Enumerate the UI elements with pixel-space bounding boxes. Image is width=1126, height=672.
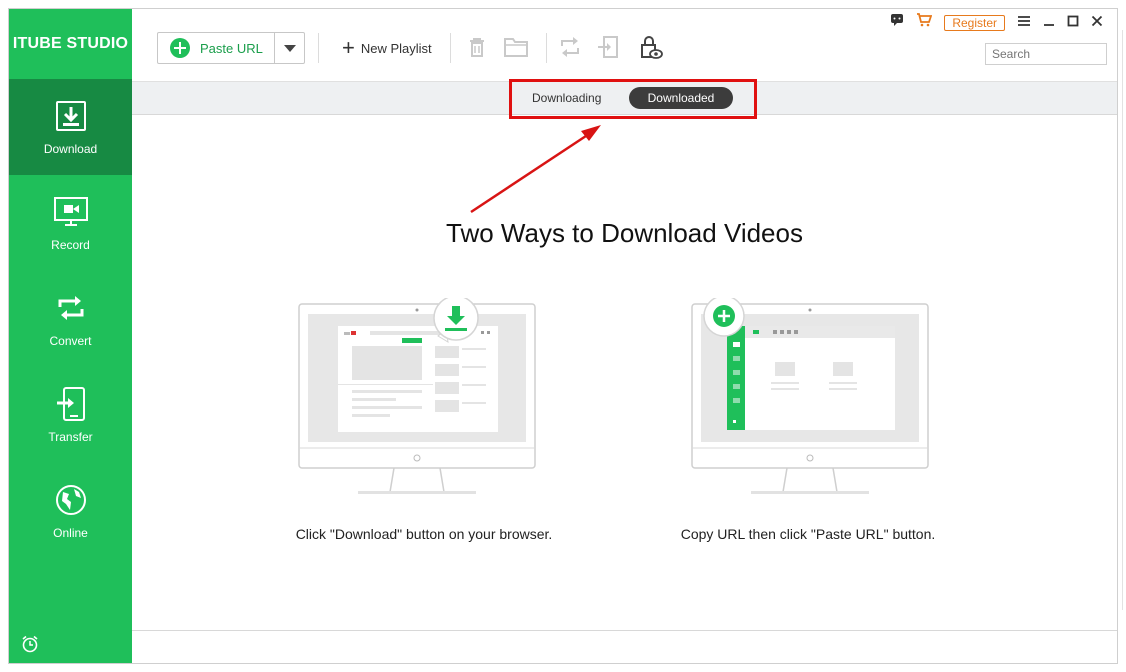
sidebar-item-label: Transfer: [48, 430, 93, 444]
sidebar-item-download[interactable]: Download: [9, 79, 132, 175]
folder-icon[interactable]: [503, 35, 528, 59]
footer-divider: [132, 630, 1117, 631]
paste-url-button[interactable]: Paste URL: [158, 33, 274, 63]
online-icon: [53, 482, 89, 518]
window-controls: Register: [890, 13, 1103, 32]
chevron-down-icon: [283, 44, 296, 52]
record-icon: [53, 194, 89, 230]
new-playlist-button[interactable]: + New Playlist: [342, 37, 432, 59]
private-mode-icon[interactable]: [638, 35, 663, 59]
sidebar-item-label: Convert: [49, 334, 92, 348]
sidebar-item-transfer[interactable]: Transfer: [9, 367, 132, 463]
toolbar-divider: [546, 33, 547, 63]
sidebar: ITUBE STUDIO Download Record Convert Tra…: [9, 9, 132, 663]
paste-url-label: Paste URL: [200, 40, 263, 56]
convert-toolbar-icon[interactable]: [558, 35, 582, 59]
download-icon: [53, 98, 89, 134]
sidebar-item-label: Online: [53, 526, 88, 540]
browser-download-illustration: [298, 295, 538, 498]
downloaded-tab-highlight: [509, 79, 757, 119]
toolbar-divider: [318, 33, 319, 63]
plus-icon: +: [342, 35, 355, 60]
sidebar-item-record[interactable]: Record: [9, 175, 132, 271]
feedback-icon[interactable]: [890, 13, 904, 32]
toolbar-divider: [450, 33, 451, 63]
sidebar-item-convert[interactable]: Convert: [9, 271, 132, 367]
sidebar-item-label: Download: [43, 142, 98, 156]
page-title: Two Ways to Download Videos: [446, 218, 803, 248]
search-input[interactable]: [985, 43, 1107, 65]
brand-logo: ITUBE STUDIO: [12, 35, 129, 52]
caption-browser-download: Click "Download" button on your browser.: [295, 526, 553, 542]
caption-paste-url: Copy URL then click "Paste URL" button.: [680, 526, 936, 542]
sidebar-item-online[interactable]: Online: [9, 463, 132, 559]
paste-url-dropdown[interactable]: [274, 33, 304, 63]
alarm-clock-icon[interactable]: [21, 635, 39, 653]
transfer-icon: [53, 386, 89, 422]
paste-url-illustration: [691, 295, 931, 498]
register-button[interactable]: Register: [944, 14, 1005, 31]
plus-circle-icon: [170, 38, 190, 58]
left-margin: [0, 0, 8, 672]
trash-icon[interactable]: [465, 35, 489, 59]
close-icon[interactable]: [1091, 14, 1103, 32]
minimize-icon[interactable]: [1043, 14, 1055, 32]
cart-icon[interactable]: [916, 13, 933, 32]
right-margin: [1118, 0, 1126, 672]
app-window: ITUBE STUDIO Download Record Convert Tra…: [8, 8, 1118, 664]
new-playlist-label: New Playlist: [360, 40, 432, 56]
menu-icon[interactable]: [1017, 14, 1031, 32]
sidebar-item-label: Record: [51, 238, 90, 252]
maximize-icon[interactable]: [1067, 14, 1079, 32]
import-icon[interactable]: [596, 35, 620, 59]
paste-url-button-group: Paste URL: [157, 32, 305, 64]
convert-icon: [53, 290, 89, 326]
toolbar: Paste URL + New Playlist Register Search: [132, 9, 1117, 81]
main-content: Two Ways to Download Videos Click "Downl…: [132, 116, 1117, 663]
